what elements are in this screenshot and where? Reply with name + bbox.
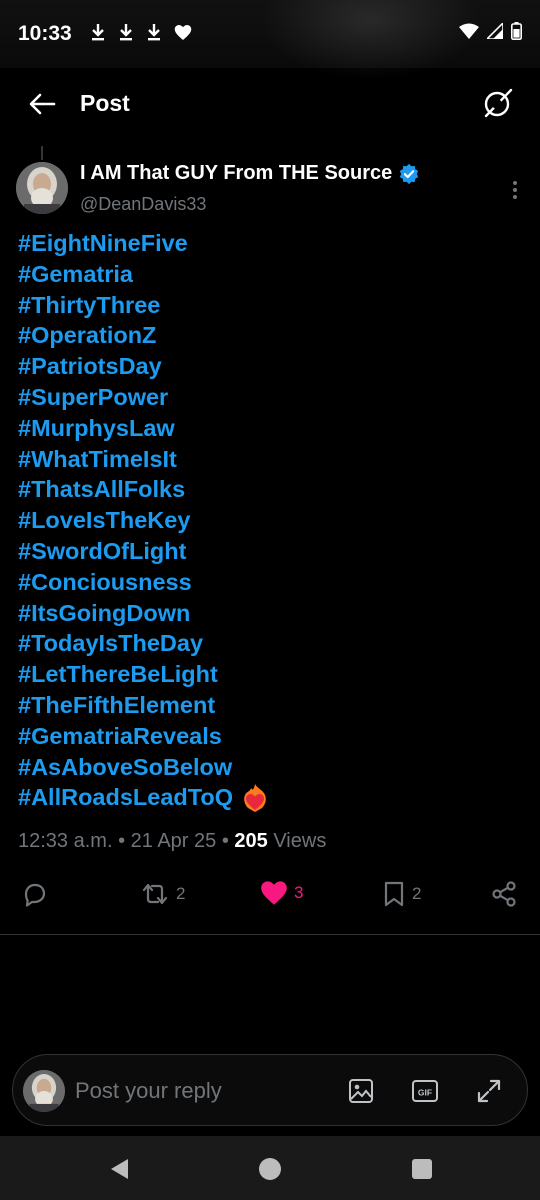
share-icon <box>492 881 516 907</box>
status-bar: 10:33 <box>0 0 540 80</box>
verified-badge-icon <box>400 163 419 184</box>
hashtag-line: #SuperPower <box>18 382 518 413</box>
hashtag-line: #LoveIsTheKey <box>18 505 518 536</box>
hashtag-line: #GematriaReveals <box>18 721 518 752</box>
hashtag-line: #TheFifthElement <box>18 690 518 721</box>
heart-filled-icon <box>261 881 287 905</box>
repost-count: 2 <box>176 884 186 903</box>
avatar-image <box>23 1070 65 1112</box>
svg-text:GIF: GIF <box>418 1088 432 1098</box>
author-avatar[interactable] <box>16 162 68 214</box>
hashtag-line: #ItsGoingDown <box>18 598 518 629</box>
hashtag-link[interactable]: #Conciousness <box>18 567 192 598</box>
repost-button[interactable]: 2 <box>140 880 185 908</box>
post-date: 21 Apr 25 <box>130 830 217 852</box>
hashtag-link[interactable]: #ItsGoingDown <box>18 598 190 629</box>
hashtag-link[interactable]: #OperationZ <box>18 320 156 351</box>
hashtag-link[interactable]: #TheFifthElement <box>18 690 215 721</box>
bookmark-count: 2 <box>412 884 422 903</box>
author-name[interactable]: I AM That GUY From THE Source <box>80 162 420 185</box>
reply-button[interactable] <box>20 880 48 908</box>
hashtag-link[interactable]: #PatriotsDay <box>18 351 162 382</box>
hashtag-link[interactable]: #GematriaReveals <box>18 721 222 752</box>
meta-separator: • <box>221 830 235 852</box>
user-avatar <box>23 1070 65 1112</box>
heart-on-fire-emoji-icon <box>244 783 266 812</box>
avatar-image <box>16 162 68 214</box>
hashtag-link[interactable]: #MurphysLaw <box>18 413 175 444</box>
gif-icon[interactable]: GIF <box>411 1077 439 1105</box>
hashtag-line: #Gematria <box>18 259 518 290</box>
like-button[interactable]: 3 <box>260 880 303 906</box>
views-label[interactable]: Views <box>273 830 326 852</box>
system-nav-bar <box>0 1136 540 1200</box>
system-icons <box>459 22 522 40</box>
download-icon <box>92 24 104 41</box>
hashtag-line: #ThatsAllFolks <box>18 474 518 505</box>
back-nav-icon[interactable] <box>108 1157 132 1181</box>
image-icon[interactable] <box>347 1077 375 1105</box>
hashtag-line: #WhatTimeIsIt <box>18 444 518 475</box>
bookmark-button[interactable]: 2 <box>382 880 421 908</box>
bookmark-icon <box>384 881 404 907</box>
hashtag-link[interactable]: #Gematria <box>18 259 133 290</box>
wifi-icon <box>459 23 479 39</box>
expand-icon[interactable] <box>475 1077 503 1105</box>
author-handle[interactable]: @DeanDavis33 <box>80 194 206 215</box>
hashtag-link[interactable]: #AsAboveSoBelow <box>18 752 232 783</box>
hashtag-link[interactable]: #AllRoadsLeadToQ <box>18 782 233 813</box>
signal-icon <box>487 23 503 39</box>
hashtag-line: #ThirtyThree <box>18 290 518 321</box>
action-bar: 2 3 2 <box>0 880 540 920</box>
tweet-text: #EightNineFive #Gematria #ThirtyThree #O… <box>18 228 518 813</box>
views-count[interactable]: 205 <box>234 830 267 852</box>
hashtag-line: #AsAboveSoBelow <box>18 752 518 783</box>
status-time: 10:33 <box>18 22 72 45</box>
hashtag-link[interactable]: #EightNineFive <box>18 228 188 259</box>
battery-icon <box>511 22 522 40</box>
hashtag-line: #LetThereBeLight <box>18 659 518 690</box>
page-title: Post <box>80 90 130 116</box>
more-options-icon[interactable] <box>512 180 518 200</box>
post-meta: 12:33 a.m. • 21 Apr 25 • 205 Views <box>18 830 326 853</box>
hashtag-link[interactable]: #ThatsAllFolks <box>18 474 185 505</box>
top-app-bar: Post <box>0 68 540 140</box>
notification-icons <box>90 22 192 42</box>
divider <box>0 934 540 935</box>
hashtag-link[interactable]: #SuperPower <box>18 382 168 413</box>
like-count: 3 <box>294 883 304 902</box>
reply-icon <box>24 883 46 907</box>
hashtag-line: #MurphysLaw <box>18 413 518 444</box>
home-nav-icon[interactable] <box>258 1157 282 1181</box>
author-name-text: I AM That GUY From THE Source <box>80 162 393 184</box>
hashtag-link[interactable]: #LoveIsTheKey <box>18 505 190 536</box>
download-icon <box>120 24 132 41</box>
hashtag-line: #AllRoadsLeadToQ <box>18 782 518 813</box>
grok-icon[interactable] <box>482 86 514 120</box>
download-icon <box>148 24 160 41</box>
heart-icon <box>174 24 192 40</box>
hashtag-link[interactable]: #SwordOfLight <box>18 536 186 567</box>
hashtag-line: #OperationZ <box>18 320 518 351</box>
hashtag-link[interactable]: #LetThereBeLight <box>18 659 218 690</box>
thread-connector <box>41 146 43 160</box>
reply-composer[interactable]: Post your reply GIF <box>12 1054 528 1126</box>
meta-separator: • <box>118 830 131 852</box>
recents-nav-icon[interactable] <box>410 1157 434 1181</box>
hashtag-line: #EightNineFive <box>18 228 518 259</box>
share-button[interactable] <box>490 880 518 908</box>
hashtag-line: #PatriotsDay <box>18 351 518 382</box>
post-time: 12:33 a.m. <box>18 830 113 852</box>
hashtag-line: #SwordOfLight <box>18 536 518 567</box>
back-arrow-icon[interactable] <box>26 88 58 120</box>
hashtag-line: #TodayIsTheDay <box>18 628 518 659</box>
reply-input[interactable]: Post your reply <box>75 1078 222 1104</box>
hashtag-link[interactable]: #TodayIsTheDay <box>18 628 203 659</box>
hashtag-link[interactable]: #WhatTimeIsIt <box>18 444 177 475</box>
hashtag-link[interactable]: #ThirtyThree <box>18 290 160 321</box>
hashtag-line: #Conciousness <box>18 567 518 598</box>
repost-icon <box>142 883 168 905</box>
